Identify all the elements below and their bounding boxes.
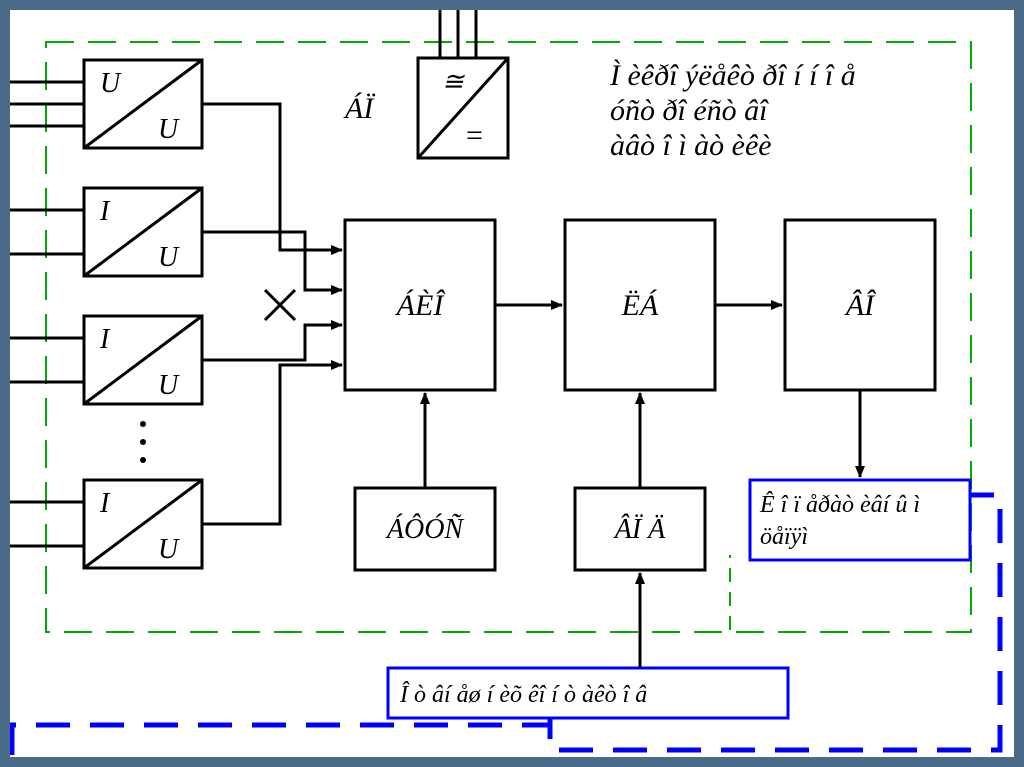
sensor-0: U U [10, 60, 202, 148]
bp-top-symbol: ≅ [442, 67, 465, 96]
vpd-label: ÂÏ Ä [613, 514, 666, 545]
svg-text:I: I [99, 196, 111, 227]
vo-label: ÂÎ [844, 289, 876, 322]
title-text: Ì èêðî ýëåêò ðî í í î å óñò ðî éñò âî àâ… [609, 59, 863, 162]
sensor-2: I U [10, 316, 202, 404]
bp-bottom-symbol: = [466, 119, 483, 152]
sensor-3: I U [10, 480, 202, 568]
svg-text:U: U [100, 68, 122, 99]
external-contacts-text: Î ò âí åø í èõ êî í ò àêò î â [399, 682, 647, 708]
svg-text:I: I [99, 324, 111, 355]
eb-label: ËÁ [621, 289, 659, 322]
bp-label: ÁÏ [343, 92, 375, 125]
bio-label: ÁÈÎ [395, 289, 446, 322]
afus-label: ÁÔÓÑ [385, 514, 465, 545]
svg-text:I: I [99, 488, 111, 519]
svg-text:U: U [158, 114, 180, 145]
sensor-bus [202, 104, 342, 524]
bp-block: ≅ = [418, 10, 508, 158]
svg-text:U: U [158, 242, 180, 273]
sensor-1: I U [10, 188, 202, 276]
ellipsis [140, 421, 146, 463]
svg-text:U: U [158, 370, 180, 401]
svg-text:U: U [158, 534, 180, 565]
